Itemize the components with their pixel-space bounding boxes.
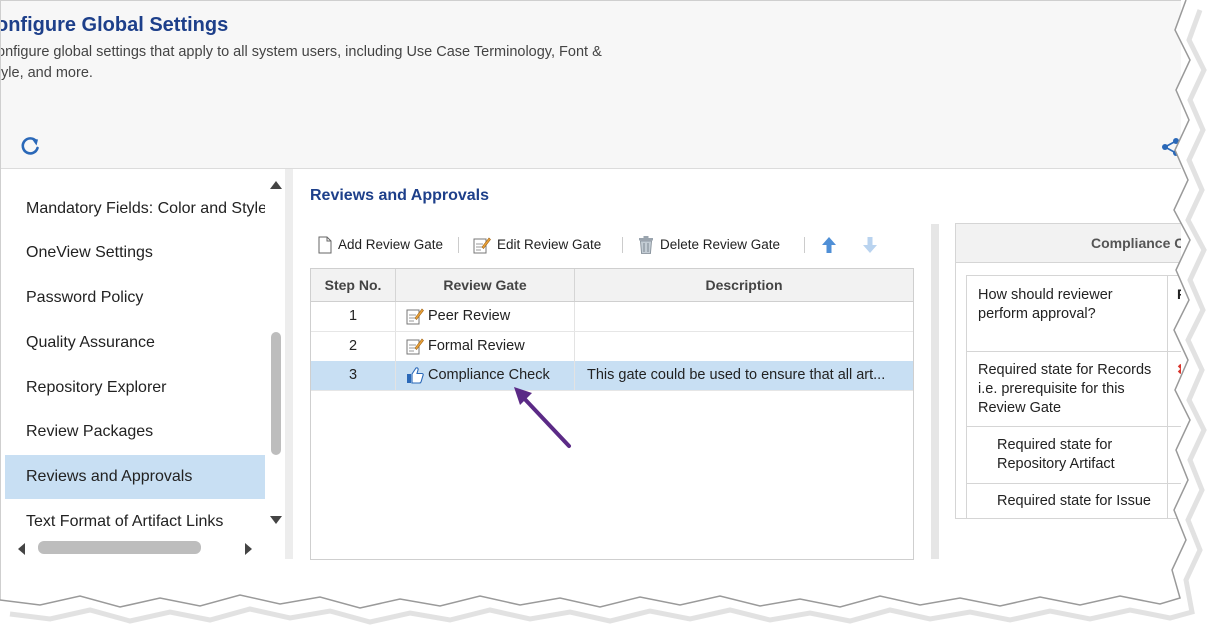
new-document-icon [318, 236, 332, 254]
app-window: onfigure Global Settings onfigure global… [0, 0, 1181, 601]
detail-row: Required state for Repository Artifact [966, 427, 1181, 484]
refresh-icon[interactable] [19, 135, 41, 157]
trash-icon [639, 236, 653, 255]
horizontal-scrollbar-thumb[interactable] [38, 541, 201, 554]
sidebar-item-oneview-settings[interactable]: OneView Settings [5, 231, 265, 275]
detail-header: Compliance C [956, 224, 1181, 263]
detail-label: Required state for Repository Artifact [997, 437, 1115, 472]
step-number-cell: 3 [311, 361, 396, 390]
share-icon[interactable] [1159, 137, 1181, 157]
detail-title: Compliance C [1091, 235, 1181, 251]
review-gate-cell: Formal Review [396, 332, 575, 361]
detail-label: Required state for Records i.e. prerequi… [978, 362, 1152, 416]
edit-review-gate-label: Edit Review Gate [497, 237, 602, 252]
review-gate-name: Peer Review [428, 308, 511, 324]
scroll-left-arrow[interactable] [18, 543, 25, 555]
page-subtitle-line-2: tyle, and more. [0, 65, 93, 81]
delete-review-gate-button[interactable]: Delete Review Gate [638, 232, 780, 258]
vertical-scrollbar-thumb[interactable] [271, 332, 281, 455]
page-header: onfigure Global Settings onfigure global… [1, 1, 1181, 169]
column-header-review-gate[interactable]: Review Gate [396, 269, 575, 301]
scroll-down-arrow[interactable] [270, 516, 282, 524]
main-panel: Reviews and Approvals Add Review Gate Ed… [293, 169, 1181, 601]
table-row[interactable]: 1 Peer Review [311, 302, 913, 332]
toolbar-separator [622, 237, 623, 253]
page-title: onfigure Global Settings [0, 14, 229, 36]
review-gate-name: Formal Review [428, 338, 525, 354]
sidebar-item-review-packages[interactable]: Review Packages [5, 410, 265, 454]
sidebar-item-links[interactable]: Links [5, 169, 265, 187]
sidebar-item-password-policy[interactable]: Password Policy [5, 276, 265, 320]
grid-header: Step No. Review Gate Description [311, 269, 913, 302]
description-cell: This gate could be used to ensure that a… [587, 367, 886, 383]
sidebar-item-mandatory-fields[interactable]: Mandatory Fields: Color and Style [5, 187, 265, 231]
edit-note-icon [406, 338, 424, 355]
scroll-right-arrow[interactable] [245, 543, 252, 555]
sidebar-item-quality-assurance[interactable]: Quality Assurance [5, 321, 265, 365]
edit-note-icon [406, 308, 424, 325]
arrow-down-icon[interactable] [862, 236, 878, 254]
grid-panel-splitter[interactable] [931, 224, 939, 559]
toolbar-separator [458, 237, 459, 253]
step-number-cell: 1 [311, 302, 396, 331]
table-row[interactable]: 2 Formal Review [311, 332, 913, 362]
section-title: Reviews and Approvals [310, 187, 490, 204]
detail-divider [1167, 276, 1168, 351]
edit-review-gate-button[interactable]: Edit Review Gate [473, 232, 601, 258]
scroll-up-arrow[interactable] [270, 181, 282, 189]
detail-value: P [1177, 286, 1181, 302]
clear-icon[interactable]: ✖ [1177, 361, 1181, 378]
detail-row: Required state for Records i.e. prerequi… [966, 351, 1181, 427]
add-review-gate-button[interactable]: Add Review Gate [318, 232, 443, 258]
detail-label: How should reviewer perform approval? [978, 287, 1113, 322]
sidebar-item-text-format[interactable]: Text Format of Artifact Links [5, 500, 265, 544]
review-gate-detail-panel: Compliance C How should reviewer perform… [955, 223, 1181, 519]
delete-review-gate-label: Delete Review Gate [660, 237, 781, 252]
sidebar-item-repository-explorer[interactable]: Repository Explorer [5, 366, 265, 410]
review-gates-grid: Step No. Review Gate Description 1 Peer … [310, 268, 914, 560]
detail-label: Required state for Issue [997, 493, 1151, 509]
detail-value: i [1177, 324, 1181, 340]
sidebar-splitter[interactable] [285, 169, 293, 559]
description-cell [575, 302, 913, 331]
thumbs-up-icon [407, 367, 424, 384]
grid-toolbar: Add Review Gate Edit Review Gate Delete … [316, 232, 896, 258]
toolbar-separator [804, 237, 805, 253]
annotation-arrow-icon [514, 387, 571, 448]
detail-divider [1167, 351, 1168, 426]
table-row[interactable]: 3 Compliance Check This gate could be us… [311, 361, 913, 391]
detail-row: How should reviewer perform approval? P … [966, 275, 1181, 352]
sidebar-item-reviews-and-approvals[interactable]: Reviews and Approvals [5, 455, 265, 499]
step-number-cell: 2 [311, 332, 396, 361]
column-header-step-no[interactable]: Step No. [311, 269, 396, 301]
review-gate-cell: Peer Review [396, 302, 575, 331]
add-review-gate-label: Add Review Gate [338, 237, 444, 252]
detail-row: Required state for Issue [966, 484, 1181, 518]
settings-sidebar: Links Mandatory Fields: Color and Style … [5, 169, 285, 559]
description-cell [575, 332, 913, 361]
page-subtitle: onfigure global settings that apply to a… [0, 42, 662, 84]
column-header-description[interactable]: Description [575, 269, 913, 301]
detail-divider [1167, 427, 1168, 483]
arrow-up-icon[interactable] [821, 236, 837, 254]
detail-divider [1167, 484, 1168, 518]
page-subtitle-line-1: onfigure global settings that apply to a… [0, 44, 602, 60]
edit-note-icon [473, 237, 491, 254]
